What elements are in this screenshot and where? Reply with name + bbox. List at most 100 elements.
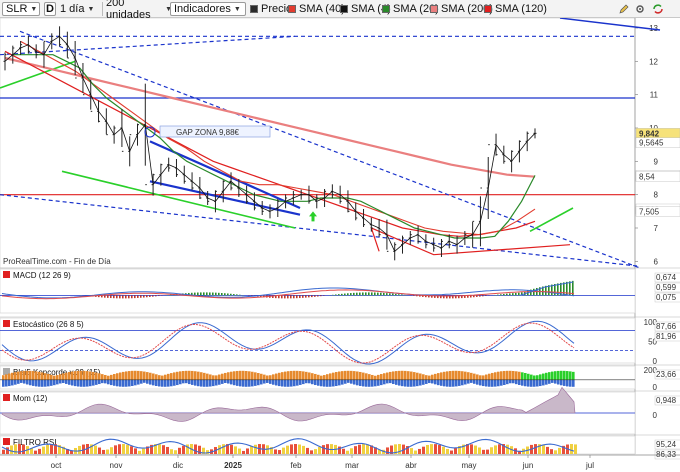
koncorde-bar-upper (44, 373, 47, 380)
koncorde-bar-upper (458, 370, 461, 380)
macd-histogram-bar (356, 292, 358, 296)
macd-histogram-bar (380, 292, 382, 296)
settings-icon[interactable] (634, 2, 646, 16)
macd-histogram-bar (140, 295, 142, 298)
koncorde-bar-upper (383, 373, 386, 380)
legend-swatch (288, 5, 296, 13)
koncorde-bar-upper (500, 371, 503, 380)
koncorde-bar-lower (212, 379, 215, 387)
koncorde-bar-lower (152, 379, 155, 386)
rsi-filter-bar (298, 444, 301, 454)
rsi-filter-bar (102, 449, 105, 454)
koncorde-bar-upper (359, 371, 362, 380)
rsi-filter-bar (50, 444, 53, 454)
d-button[interactable]: D (44, 2, 56, 16)
koncorde-bar-lower (272, 379, 275, 385)
koncorde-bar-upper (497, 371, 500, 380)
indicators-button[interactable]: Indicadores ▼ (170, 2, 246, 16)
macd-histogram-bar (485, 295, 487, 296)
sync-icon[interactable] (652, 2, 664, 16)
koncorde-bar-upper (347, 370, 350, 380)
koncorde-bar-lower (254, 379, 257, 386)
rsi-filter-bar (14, 444, 17, 454)
rsi-filter-bar (234, 446, 237, 454)
koncorde-bar-upper (197, 371, 200, 380)
symbol-selector[interactable]: SLR ▼ (2, 2, 40, 16)
rsi-filter-bar (498, 444, 501, 454)
rsi-filter-bar (506, 444, 509, 454)
rsi-filter-bar (426, 445, 429, 454)
rsi-filter-bar (430, 444, 433, 454)
rsi-filter-bar (254, 444, 257, 454)
koncorde-bar-upper (563, 370, 566, 380)
legend-swatch (484, 5, 492, 13)
koncorde-bar-lower (389, 379, 392, 384)
koncorde-bar-upper (293, 370, 296, 380)
macd-histogram-bar (347, 293, 349, 296)
koncorde-bar-lower (23, 379, 26, 384)
rsi-filter-bar (126, 444, 129, 454)
pencil-icon[interactable] (618, 2, 630, 16)
koncorde-bar-lower (437, 379, 440, 386)
koncorde-bar-upper (470, 372, 473, 380)
rsi-filter-bar (534, 444, 537, 454)
koncorde-bar-lower (128, 379, 131, 387)
koncorde-bar-upper (251, 371, 254, 380)
koncorde-bar-lower (476, 379, 479, 385)
koncorde-bar-upper (314, 373, 317, 380)
rsi-filter-bar (282, 447, 285, 454)
x-tick-label: may (461, 461, 476, 470)
main-plot-frame (0, 18, 636, 269)
koncorde-bar-upper (353, 371, 356, 380)
koncorde-bar-lower (383, 379, 386, 385)
rsi-filter-bar (550, 449, 553, 454)
period-selector[interactable]: 1 día ▼ (60, 2, 100, 16)
panel-value-label: 0,674 (656, 273, 677, 282)
koncorde-bar-upper (542, 373, 545, 380)
koncorde-bar-upper (539, 374, 542, 380)
price-chart[interactable]: 131211109876GAP ZONA 9,88€9,8429,56458,5… (0, 18, 680, 472)
koncorde-bar-upper (263, 374, 266, 380)
toolbar-divider (102, 2, 103, 16)
koncorde-bar-lower (314, 379, 317, 386)
koncorde-bar-lower (146, 379, 149, 384)
koncorde-bar-upper (431, 374, 434, 380)
koncorde-bar-lower (287, 379, 290, 387)
units-selector[interactable]: 200 unidades ▼ (106, 0, 172, 21)
koncorde-bar-upper (5, 374, 8, 380)
macd-histogram-bar (359, 292, 361, 296)
koncorde-bar-upper (377, 374, 380, 380)
rsi-filter-bar (222, 444, 225, 454)
macd-histogram-bar (317, 295, 319, 297)
macd-histogram-bar (395, 293, 397, 296)
rsi-filter-bar (434, 444, 437, 454)
koncorde-bar-upper (572, 371, 575, 380)
macd-histogram-bar (203, 292, 205, 296)
macd-histogram-bar (365, 292, 367, 296)
koncorde-bar-upper (11, 372, 14, 380)
legend-item[interactable]: SMA (40) (288, 2, 345, 16)
koncorde-bar-lower (560, 379, 563, 386)
rsi-filter-bar (318, 446, 321, 454)
koncorde-bar-lower (242, 379, 245, 387)
koncorde-bar-upper (503, 370, 506, 380)
macd-histogram-bar (401, 294, 403, 296)
macd-histogram-bar (239, 294, 241, 296)
koncorde-bar-lower (104, 379, 107, 384)
koncorde-bar-lower (479, 379, 482, 386)
macd-histogram-bar (476, 295, 478, 297)
koncorde-bar-upper (419, 373, 422, 380)
koncorde-bar-lower (59, 379, 62, 384)
legend-item[interactable]: SMA (120) (484, 2, 547, 16)
koncorde-bar-lower (425, 379, 428, 384)
koncorde-bar-upper (425, 375, 428, 380)
koncorde-bar-upper (326, 374, 329, 380)
koncorde-bar-upper (23, 370, 26, 380)
koncorde-bar-upper (332, 372, 335, 380)
koncorde-bar-lower (53, 379, 56, 386)
koncorde-bar-lower (2, 379, 5, 387)
legend-item[interactable]: Precio (250, 2, 292, 16)
koncorde-bar-upper (77, 370, 80, 380)
koncorde-bar-upper (476, 374, 479, 380)
panel-value-label: 87,66 (656, 322, 677, 331)
